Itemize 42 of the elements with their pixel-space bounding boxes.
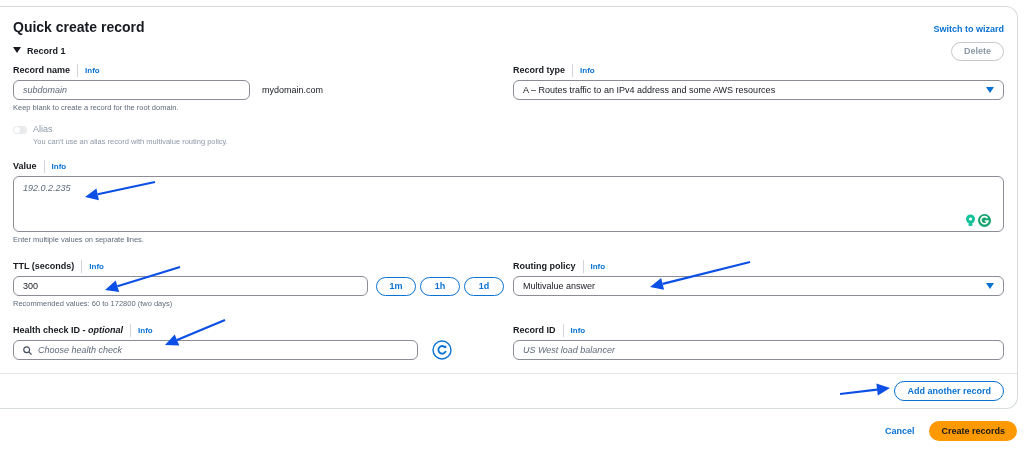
ttl-field[interactable]: 300 [13, 276, 368, 296]
domain-suffix: mydomain.com [262, 85, 324, 95]
refresh-icon[interactable] [432, 340, 452, 360]
add-another-record-button[interactable]: Add another record [894, 381, 1004, 401]
annotation-arrow [85, 180, 156, 201]
info-link[interactable]: Info [89, 261, 104, 271]
lightbulb-icon [965, 214, 976, 227]
field-label: Record type [513, 65, 565, 75]
select-field[interactable]: Multivalue answer [513, 276, 1004, 296]
info-link[interactable]: Info [580, 65, 595, 75]
search-icon [23, 345, 32, 355]
value-textarea[interactable]: 192.0.2.235 [13, 176, 1004, 232]
expand-caret-icon[interactable] [13, 47, 21, 55]
record-id-field[interactable]: US West load balancer [513, 340, 1004, 360]
info-link[interactable]: Info [51, 161, 67, 171]
cancel-link[interactable]: Cancel [884, 426, 915, 436]
page-title: Quick create record [13, 19, 145, 35]
ttl-preset-button[interactable]: 1m [376, 276, 416, 296]
field-label: Record name [13, 65, 71, 75]
health-check-search-field[interactable]: Choose health check [13, 340, 418, 360]
annotation-arrow [165, 319, 226, 346]
record-heading: Record 1 [27, 46, 66, 56]
create-records-button[interactable]: Create records [929, 421, 1017, 441]
info-link[interactable]: Info [138, 325, 153, 335]
field-label: Routing policy [513, 261, 576, 271]
switch-to-wizard-link[interactable]: Switch to wizard [933, 24, 1004, 34]
alias-label: Alias [33, 124, 54, 134]
dropdown-caret-icon [986, 283, 994, 289]
field-label: Health check ID - optional [13, 325, 124, 335]
dropdown-caret-icon [986, 87, 994, 93]
field-label: Record ID [513, 325, 556, 335]
info-link[interactable]: Info [570, 325, 586, 335]
info-link[interactable]: Info [85, 65, 100, 75]
circle-logo-icon [978, 214, 991, 227]
field-label: TTL (seconds) [13, 261, 75, 271]
record-name-field[interactable]: subdomain [13, 80, 250, 100]
info-link[interactable]: Info [590, 261, 606, 271]
field-label: Value [13, 161, 37, 171]
ttl-preset-button[interactable]: 1d [464, 276, 504, 296]
ttl-preset-button[interactable]: 1h [420, 276, 460, 296]
annotation-arrow [839, 383, 890, 396]
select-field[interactable]: A – Routes traffic to an IPv4 address and some AWS resources [513, 80, 1004, 100]
